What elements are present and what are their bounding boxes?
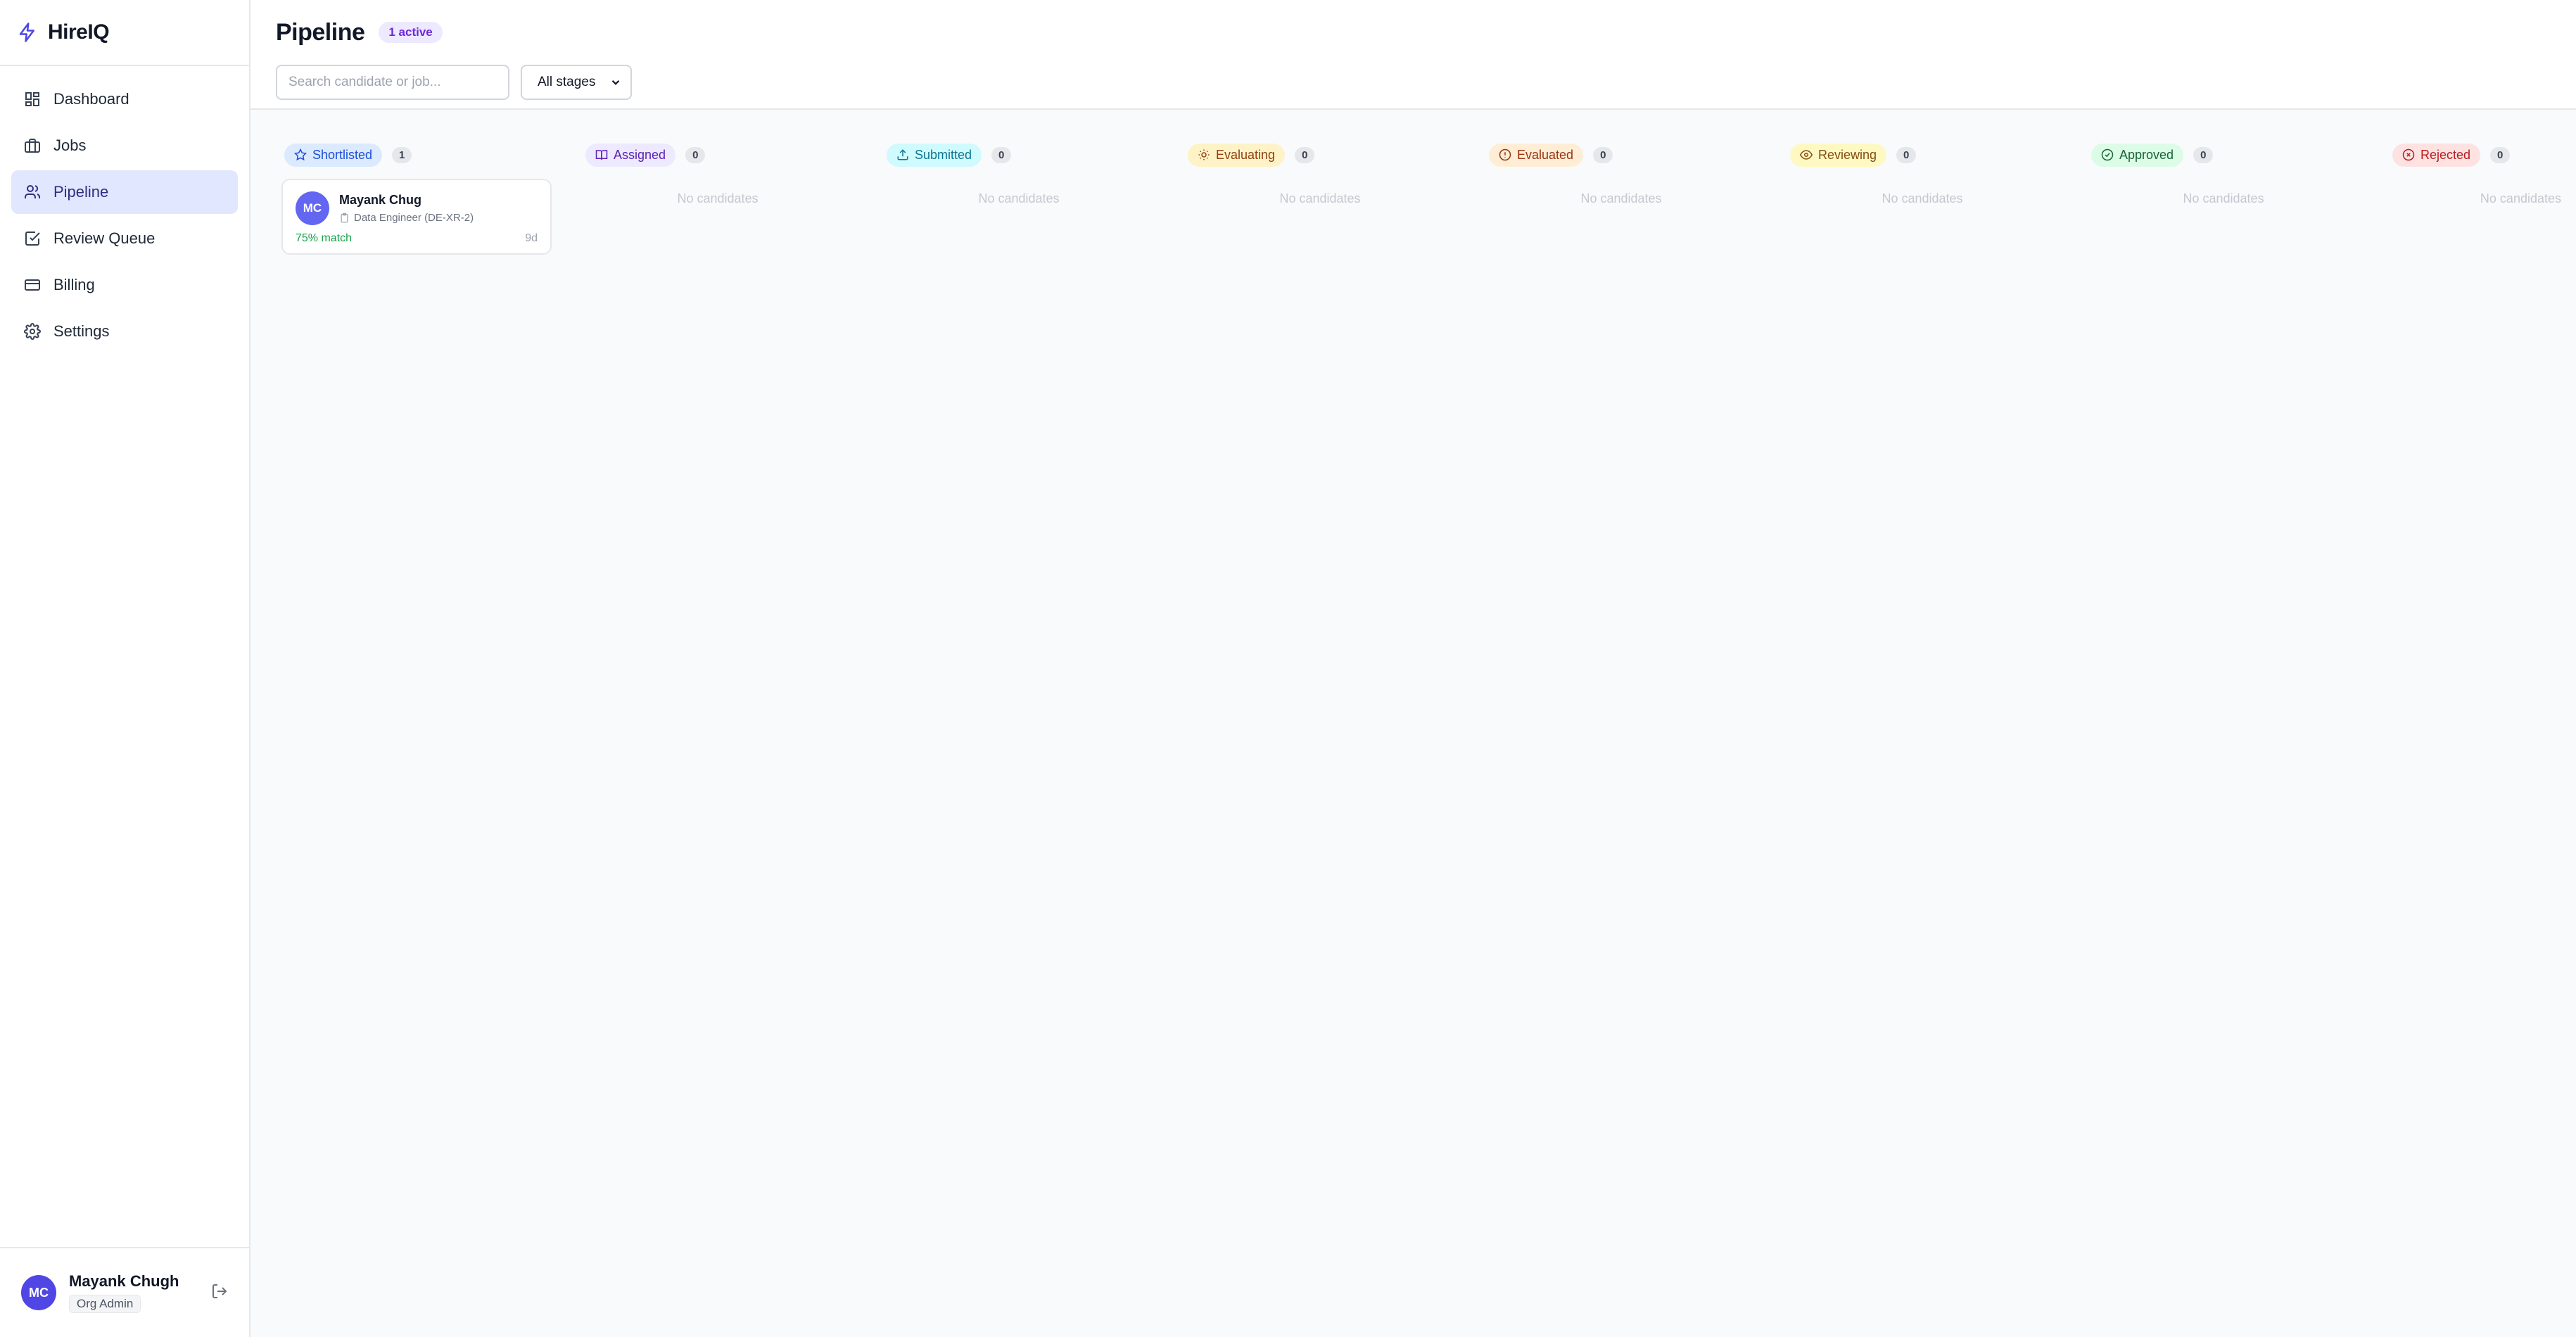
main-content: Pipeline 1 active All stages Shortlisted	[250, 0, 2576, 1337]
stage-pill: Approved	[2091, 143, 2184, 167]
sidebar-item-dashboard[interactable]: Dashboard	[11, 77, 238, 121]
check-circle-icon	[2101, 148, 2114, 161]
main-nav: Dashboard Jobs Pipeline Review Queue Bil…	[0, 66, 249, 365]
column-rejected: Rejected 0 No candidates	[2390, 142, 2565, 1337]
column-approved: Approved 0 No candidates	[2088, 142, 2359, 1337]
stage-pill: Evaluated	[1489, 143, 1584, 167]
column-assigned: Assigned 0 No candidates	[583, 142, 853, 1337]
upload-icon	[897, 149, 908, 160]
stage-label: Approved	[2119, 147, 2174, 162]
sidebar-item-pipeline[interactable]: Pipeline	[11, 170, 238, 214]
book-icon	[595, 150, 608, 160]
chevron-down-icon	[611, 80, 620, 85]
sidebar-item-label: Settings	[53, 322, 110, 340]
stage-label: Evaluated	[1517, 147, 1574, 162]
stage-count: 0	[685, 146, 706, 163]
user-name: Mayank Chugh	[69, 1272, 179, 1290]
sidebar-item-label: Review Queue	[53, 229, 156, 247]
stage-label: Reviewing	[1818, 147, 1877, 162]
credit-card-icon	[25, 279, 40, 291]
stage-pill: Rejected	[2392, 143, 2481, 167]
column-shortlisted: Shortlisted 1 MC Mayank Chug Data Engine…	[281, 142, 552, 1337]
stage-count: 1	[392, 146, 412, 163]
sidebar-item-billing[interactable]: Billing	[11, 263, 238, 307]
stage-pill: Reviewing	[1790, 143, 1887, 167]
sidebar-item-label: Pipeline	[53, 183, 109, 201]
stage-filter-value: All stages	[538, 75, 596, 89]
brand-name: HireIQ	[48, 20, 110, 44]
empty-state: No candidates	[677, 191, 759, 206]
sidebar: HireIQ Dashboard Jobs Pipeline Review Qu…	[0, 0, 250, 1337]
stage-count: 0	[1593, 146, 1613, 163]
stage-count: 0	[991, 146, 1012, 163]
sidebar-item-review-queue[interactable]: Review Queue	[11, 217, 238, 260]
user-info: Mayank Chugh Org Admin	[69, 1272, 198, 1313]
empty-state: No candidates	[1882, 191, 1963, 206]
candidate-job: Data Engineer (DE-XR-2)	[339, 212, 474, 224]
sidebar-item-label: Jobs	[53, 137, 87, 154]
stage-label: Evaluating	[1216, 147, 1276, 162]
briefcase-icon	[25, 139, 40, 153]
stage-pill: Assigned	[585, 143, 676, 167]
stage-label: Shortlisted	[312, 147, 373, 162]
empty-state: No candidates	[2183, 191, 2264, 206]
sun-icon	[1198, 149, 1210, 160]
pipeline-board: Shortlisted 1 MC Mayank Chug Data Engine…	[250, 110, 2576, 1337]
gear-icon	[24, 323, 41, 340]
sidebar-item-jobs[interactable]: Jobs	[11, 124, 238, 167]
empty-state: No candidates	[1279, 191, 1361, 206]
checkbox-icon	[25, 232, 40, 246]
brand[interactable]: HireIQ	[0, 0, 249, 66]
stage-pill: Shortlisted	[284, 143, 383, 167]
dashboard-icon	[25, 92, 39, 106]
star-icon	[294, 148, 307, 161]
column-submitted: Submitted 0 No candidates	[884, 142, 1154, 1337]
stage-label: Rejected	[2420, 147, 2471, 162]
candidate-name: Mayank Chug	[339, 193, 422, 208]
eye-icon	[1800, 150, 1813, 160]
candidate-card[interactable]: MC Mayank Chug Data Engineer (DE-XR-2) 7…	[281, 179, 552, 255]
user-footer: MC Mayank Chugh Org Admin	[0, 1247, 249, 1337]
stage-count: 0	[2490, 146, 2511, 163]
stage-label: Submitted	[915, 147, 972, 162]
stage-count: 0	[2193, 146, 2214, 163]
empty-state: No candidates	[2480, 191, 2561, 206]
candidate-job-title: Data Engineer (DE-XR-2)	[354, 212, 474, 224]
alert-circle-icon	[1499, 148, 1511, 161]
sidebar-item-label: Billing	[53, 276, 95, 293]
empty-state: No candidates	[1580, 191, 1662, 206]
sidebar-item-settings[interactable]: Settings	[11, 310, 238, 353]
column-evaluating: Evaluating 0 No candidates	[1185, 142, 1455, 1337]
stage-count: 0	[1896, 146, 1917, 163]
avatar[interactable]: MC	[21, 1275, 56, 1310]
page-title: Pipeline	[276, 18, 365, 46]
candidate-avatar: MC	[296, 191, 329, 226]
clipboard-icon	[341, 213, 348, 223]
match-score: 75% match	[296, 232, 353, 245]
page-header: Pipeline 1 active All stages	[250, 0, 2576, 110]
stage-pill: Evaluating	[1188, 143, 1286, 167]
empty-state: No candidates	[978, 191, 1060, 206]
stage-count: 0	[1295, 146, 1315, 163]
logout-icon	[212, 1284, 227, 1298]
logout-button[interactable]	[211, 1283, 228, 1303]
search-input[interactable]	[276, 65, 509, 100]
x-circle-icon	[2402, 148, 2415, 161]
active-count-badge: 1 active	[379, 22, 443, 43]
role-badge: Org Admin	[69, 1295, 141, 1313]
stage-label: Assigned	[614, 147, 666, 162]
stage-filter-select[interactable]: All stages	[521, 65, 632, 100]
column-evaluated: Evaluated 0 No candidates	[1486, 142, 1756, 1337]
candidate-age: 9d	[525, 232, 538, 245]
lightning-icon	[19, 23, 34, 42]
stage-pill: Submitted	[887, 143, 982, 167]
users-icon	[25, 185, 41, 198]
column-reviewing: Reviewing 0 No candidates	[1787, 142, 2057, 1337]
sidebar-item-label: Dashboard	[53, 90, 129, 108]
